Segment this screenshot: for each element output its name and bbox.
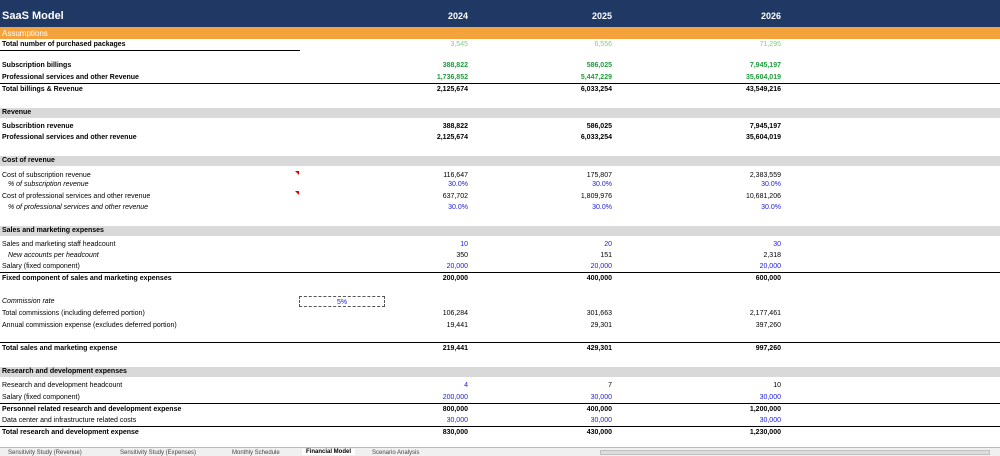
tab-scenario-analysis[interactable]: Scenario Analysis xyxy=(372,450,419,456)
divider xyxy=(0,83,1000,84)
row-pct-subscription[interactable]: % of subscription revenue 30.0% 30.0% 30… xyxy=(0,180,1000,190)
row-prof-services-revenue-2[interactable]: Professional services and other revenue … xyxy=(0,133,1000,143)
divider xyxy=(0,272,1000,273)
divider xyxy=(0,50,300,51)
rd-section-header: Research and development expenses xyxy=(0,367,1000,377)
divider xyxy=(0,426,1000,427)
tab-monthly-schedule[interactable]: Monthly Schedule xyxy=(232,450,280,456)
sales-marketing-section-header: Sales and marketing expenses xyxy=(0,226,1000,236)
row-annual-commission[interactable]: Annual commission expense (excludes defe… xyxy=(0,321,1000,331)
divider xyxy=(0,342,1000,343)
row-pct-prof-services[interactable]: % of professional services and other rev… xyxy=(0,203,1000,213)
cost-of-revenue-section-header: Cost of revenue xyxy=(0,156,1000,166)
tab-sensitivity-expenses[interactable]: Sensitivity Study (Expenses) xyxy=(120,450,196,456)
commission-rate-input[interactable]: 5% xyxy=(299,296,385,307)
row-rd-headcount[interactable]: Research and development headcount 4 7 1… xyxy=(0,381,1000,391)
row-sm-headcount[interactable]: Sales and marketing staff headcount 10 2… xyxy=(0,240,1000,250)
year-header-3[interactable]: 2026 xyxy=(701,11,781,21)
row-total-sm-expense[interactable]: Total sales and marketing expense 219,44… xyxy=(0,344,1000,354)
tab-sensitivity-revenue[interactable]: Sensitivity Study (Revenue) xyxy=(8,450,82,456)
tab-financial-model[interactable]: Financial Model xyxy=(302,449,356,455)
year-header-2[interactable]: 2025 xyxy=(532,11,612,21)
row-rd-salary[interactable]: Salary (fixed component) 200,000 30,000 … xyxy=(0,393,1000,403)
row-total-packages[interactable]: Total number of purchased packages 3,545… xyxy=(0,40,1000,50)
row-total-billings[interactable]: Total billings & Revenue 2,125,674 6,033… xyxy=(0,85,1000,95)
row-subscription-billings[interactable]: Subscription billings 388,822 586,025 7,… xyxy=(0,61,1000,71)
row-subscription-revenue[interactable]: Subscribtion revenue 388,822 586,025 7,9… xyxy=(0,122,1000,132)
revenue-section-header: Revenue xyxy=(0,108,1000,118)
row-sm-salary[interactable]: Salary (fixed component) 20,000 20,000 2… xyxy=(0,262,1000,272)
row-cost-prof-services[interactable]: Cost of professional services and other … xyxy=(0,192,1000,202)
sheet-header: SaaS Model 2024 2025 2026 xyxy=(0,0,1000,27)
row-new-accounts[interactable]: New accounts per headcount 350 151 2,318 xyxy=(0,251,1000,261)
row-rd-personnel[interactable]: Personnel related research and developme… xyxy=(0,405,1000,415)
row-total-rd[interactable]: Total research and development expense 8… xyxy=(0,428,1000,438)
row-prof-services-revenue[interactable]: Professional services and other Revenue … xyxy=(0,73,1000,83)
row-total-commissions[interactable]: Total commissions (including deferred po… xyxy=(0,309,1000,319)
assumptions-section-header: Assumptions xyxy=(0,27,1000,39)
model-title: SaaS Model xyxy=(2,10,64,22)
divider xyxy=(0,403,1000,404)
row-sm-fixed-component[interactable]: Fixed component of sales and marketing e… xyxy=(0,274,1000,284)
row-data-center[interactable]: Data center and infrastructure related c… xyxy=(0,416,1000,426)
year-header-1[interactable]: 2024 xyxy=(388,11,468,21)
horizontal-scrollbar[interactable] xyxy=(600,450,990,455)
row-commission-rate: Commission rate xyxy=(2,298,55,305)
